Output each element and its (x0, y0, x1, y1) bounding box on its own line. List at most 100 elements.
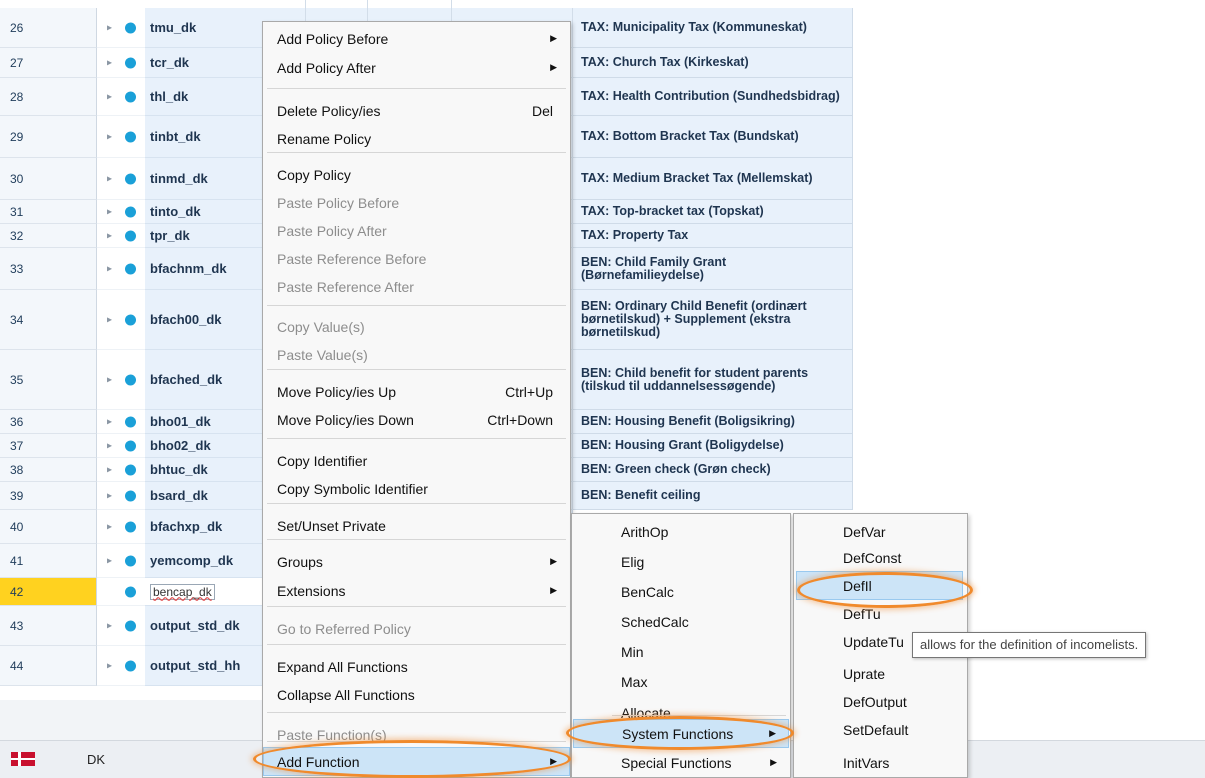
row-number[interactable]: 33 (0, 248, 97, 290)
row-number[interactable]: 35 (0, 350, 97, 410)
policy-comment-cell[interactable]: TAX: Church Tax (Kirkeskat) (573, 48, 853, 78)
policy-comment-cell[interactable]: TAX: Medium Bracket Tax (Mellemskat) (573, 158, 853, 200)
row-number[interactable]: 38 (0, 458, 97, 482)
denmark-flag-icon (11, 752, 35, 766)
row-number[interactable]: 26 (0, 8, 97, 48)
menu-item-special-functions[interactable]: Special Functions ▶ (573, 748, 789, 777)
chevron-right-icon[interactable]: ▸ (107, 131, 112, 142)
chevron-right-icon[interactable]: ▸ (107, 490, 112, 501)
menu-item-expand-all-functions[interactable]: Expand All Functions (264, 652, 569, 681)
chevron-right-icon[interactable]: ▸ (107, 555, 112, 566)
menu-item-label: BenCalc (621, 583, 674, 600)
row-number[interactable]: 37 (0, 434, 97, 458)
chevron-right-icon[interactable]: ▸ (107, 263, 112, 274)
menu-item-paste-reference-after: Paste Reference After (264, 272, 569, 301)
menu-item-extensions[interactable]: Extensions ▶ (264, 576, 569, 605)
policy-comment-cell[interactable]: BEN: Child benefit for student parents (… (573, 350, 853, 410)
menu-item-copy-policy[interactable]: Copy Policy (264, 160, 569, 189)
policy-comment-cell[interactable]: BEN: Green check (Grøn check) (573, 458, 853, 482)
menu-item-label: Groups (277, 553, 323, 570)
menu-item-copy-symbolic-identifier[interactable]: Copy Symbolic Identifier (264, 474, 569, 503)
policy-comment-cell[interactable]: TAX: Municipality Tax (Kommuneskat) (573, 8, 853, 48)
row-number[interactable]: 44 (0, 646, 97, 686)
chevron-right-icon[interactable]: ▸ (107, 91, 112, 102)
menu-item-defil[interactable]: DefIl (796, 571, 963, 600)
row-number[interactable]: 29 (0, 116, 97, 158)
row-number[interactable]: 36 (0, 410, 97, 434)
menu-item-add-policy-before[interactable]: Add Policy Before ▶ (264, 24, 569, 53)
chevron-right-icon[interactable]: ▸ (107, 374, 112, 385)
chevron-right-icon[interactable]: ▸ (107, 416, 112, 427)
policy-name-input[interactable]: bencap_dk (150, 583, 215, 600)
row-number[interactable]: 28 (0, 78, 97, 116)
menu-item-add-function[interactable]: Add Function ▶ (263, 747, 570, 776)
menu-item-delete-policy-ies[interactable]: Delete Policy/ies Del (264, 96, 569, 125)
row-number[interactable]: 39 (0, 482, 97, 510)
menu-item-setdefault[interactable]: SetDefault (795, 715, 966, 744)
row-number[interactable]: 43 (0, 606, 97, 646)
policy-comment-cell[interactable]: TAX: Health Contribution (Sundhedsbidrag… (573, 78, 853, 116)
policy-comment-cell[interactable]: TAX: Property Tax (573, 224, 853, 248)
menu-item-initvars[interactable]: InitVars (795, 748, 966, 777)
chevron-right-icon[interactable]: ▸ (107, 314, 112, 325)
menu-item-schedcalc[interactable]: SchedCalc (573, 607, 789, 636)
policy-comment-cell[interactable]: BEN: Housing Grant (Boligydelse) (573, 434, 853, 458)
row-number[interactable]: 41 (0, 544, 97, 578)
menu-item-go-to-referred-policy: Go to Referred Policy (264, 614, 569, 643)
row-number[interactable]: 40 (0, 510, 97, 544)
policy-comment-cell[interactable]: TAX: Top-bracket tax (Topskat) (573, 200, 853, 224)
menu-item-uprate[interactable]: Uprate (795, 659, 966, 688)
menu-item-label: Special Functions (621, 754, 732, 771)
policy-context-menu: Add Policy Before ▶ Add Policy After ▶ Delet… (262, 21, 571, 778)
chevron-right-icon[interactable]: ▸ (107, 464, 112, 475)
menu-item-copy-identifier[interactable]: Copy Identifier (264, 446, 569, 475)
chevron-right-icon[interactable]: ▸ (107, 440, 112, 451)
menu-separator (267, 503, 566, 504)
menu-item-max[interactable]: Max (573, 667, 789, 696)
policy-status-icon (125, 57, 136, 68)
menu-item-move-policy-ies-down[interactable]: Move Policy/ies Down Ctrl+Down (264, 405, 569, 434)
menu-item-label: Set/Unset Private (277, 517, 386, 534)
chevron-right-icon[interactable]: ▸ (107, 22, 112, 33)
row-number[interactable]: 27 (0, 48, 97, 78)
menu-item-rename-policy[interactable]: Rename Policy (264, 124, 569, 153)
policy-comment-cell[interactable]: BEN: Benefit ceiling (573, 482, 853, 510)
chevron-right-icon[interactable]: ▸ (107, 521, 112, 532)
policy-comment-cell[interactable]: TAX: Bottom Bracket Tax (Bundskat) (573, 116, 853, 158)
menu-item-bencalc[interactable]: BenCalc (573, 577, 789, 606)
row-number[interactable]: 34 (0, 290, 97, 350)
row-number[interactable]: 31 (0, 200, 97, 224)
menu-item-elig[interactable]: Elig (573, 547, 789, 576)
menu-item-groups[interactable]: Groups ▶ (264, 547, 569, 576)
chevron-right-icon[interactable]: ▸ (107, 660, 112, 671)
menu-item-collapse-all-functions[interactable]: Collapse All Functions (264, 680, 569, 709)
tree-cell: ▸ (97, 290, 145, 350)
menu-item-defoutput[interactable]: DefOutput (795, 687, 966, 716)
chevron-right-icon[interactable]: ▸ (107, 230, 112, 241)
chevron-right-icon[interactable]: ▸ (107, 173, 112, 184)
menu-item-paste-value-s: Paste Value(s) (264, 340, 569, 369)
menu-item-add-policy-after[interactable]: Add Policy After ▶ (264, 53, 569, 82)
row-number[interactable]: 42 (0, 578, 97, 606)
menu-item-min[interactable]: Min (573, 637, 789, 666)
menu-item-move-policy-ies-up[interactable]: Move Policy/ies Up Ctrl+Up (264, 377, 569, 406)
chevron-right-icon[interactable]: ▸ (107, 620, 112, 631)
menu-item-system-functions[interactable]: System Functions ▶ (573, 719, 789, 748)
row-number[interactable]: 30 (0, 158, 97, 200)
policy-comment-cell[interactable]: BEN: Housing Benefit (Boligsikring) (573, 410, 853, 434)
menu-item-label: Move Policy/ies Up (277, 383, 397, 400)
menu-item-paste-policy-after: Paste Policy After (264, 216, 569, 245)
policy-comment-cell[interactable]: BEN: Ordinary Child Benefit (ordinært bø… (573, 290, 853, 350)
menu-item-label: Paste Value(s) (277, 346, 368, 363)
menu-item-set-unset-private[interactable]: Set/Unset Private (264, 511, 569, 540)
submenu-arrow-icon: ▶ (550, 556, 557, 566)
tree-cell: ▸ (97, 458, 145, 482)
menu-item-arithop[interactable]: ArithOp (573, 517, 789, 546)
menu-item-defconst[interactable]: DefConst (795, 543, 966, 572)
chevron-right-icon[interactable]: ▸ (107, 206, 112, 217)
chevron-right-icon[interactable]: ▸ (107, 57, 112, 68)
menu-item-defvar[interactable]: DefVar (795, 517, 966, 546)
policy-comment-cell[interactable]: BEN: Child Family Grant (Børnefamilieyde… (573, 248, 853, 290)
menu-item-deftu[interactable]: DefTu (795, 599, 966, 628)
row-number[interactable]: 32 (0, 224, 97, 248)
